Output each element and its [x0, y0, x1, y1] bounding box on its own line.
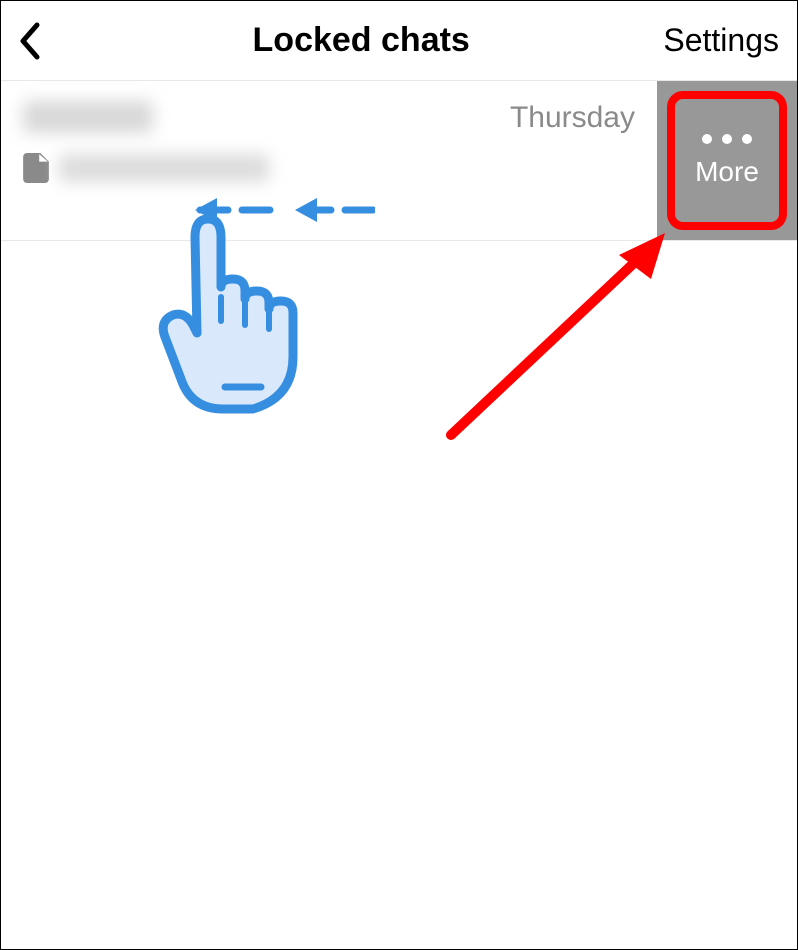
- annotation-arrow-icon: [431, 225, 691, 455]
- back-button[interactable]: [19, 22, 59, 60]
- chat-preview-redacted: [59, 154, 269, 182]
- ellipsis-icon: [702, 134, 752, 144]
- chat-row[interactable]: Thursday More: [1, 81, 797, 241]
- chat-content: Thursday: [1, 81, 657, 240]
- more-label: More: [695, 156, 759, 188]
- more-action-button[interactable]: More: [657, 81, 797, 240]
- chat-name-redacted: [23, 101, 153, 133]
- chat-date: Thursday: [510, 101, 635, 135]
- chat-preview: [23, 153, 635, 183]
- header: Locked chats Settings: [1, 1, 797, 81]
- page-title: Locked chats: [59, 21, 663, 60]
- document-icon: [23, 153, 49, 183]
- chat-top-row: Thursday: [23, 101, 635, 135]
- chevron-left-icon: [19, 22, 41, 60]
- settings-link[interactable]: Settings: [663, 22, 779, 59]
